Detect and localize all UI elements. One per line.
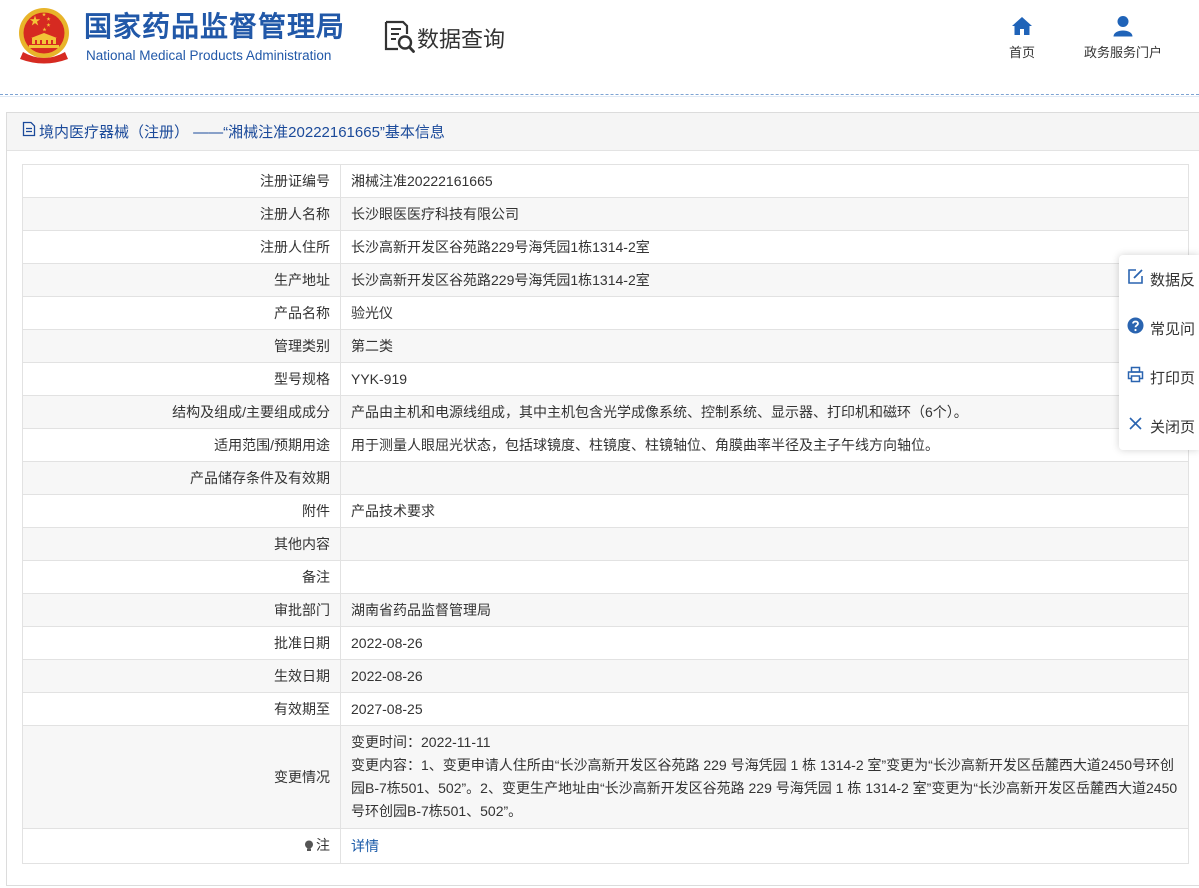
table-row: 备注 [22,560,1189,594]
field-value [340,560,1189,594]
table-row: 管理类别 第二类 [22,329,1189,363]
table-row: 批准日期 2022-08-26 [22,626,1189,660]
field-label: 注册人住所 [22,230,341,264]
site-title: 国家药品监督管理局 [84,11,346,42]
faq-label: 常见问 [1150,320,1196,338]
table-row: 产品名称 验光仪 [22,296,1189,330]
table-row: 生产地址 长沙高新开发区谷苑路229号海凭园1栋1314-2室 [22,263,1189,297]
print-icon [1127,366,1144,388]
field-value: 湖南省药品监督管理局 [340,593,1189,627]
field-label: 审批部门 [22,593,341,627]
table-row: 其他内容 [22,527,1189,561]
field-label: 型号规格 [22,362,341,396]
nav-portal-label: 政务服务门户 [1083,45,1162,60]
home-icon [972,15,1072,37]
details-link[interactable]: 详情 [351,838,379,854]
print-button[interactable]: 打印页 [1127,365,1195,389]
field-value: 验光仪 [340,296,1189,330]
field-value: 第二类 [340,329,1189,363]
site-subtitle: National Medical Products Administration [86,48,332,63]
field-value: 产品由主机和电源线组成，其中主机包含光学成像系统、控制系统、显示器、打印机和磁环… [340,395,1189,429]
field-value: 湘械注准20222161665 [340,164,1189,198]
field-value: 2022-08-26 [340,626,1189,660]
field-label: 其他内容 [22,527,341,561]
feedback-button[interactable]: 数据反 [1127,267,1195,291]
nav-home[interactable]: 首页 [972,15,1072,61]
field-label: 注册证编号 [22,164,341,198]
nav-service-portal[interactable]: 政务服务门户 [1073,15,1173,61]
header-divider [0,94,1199,95]
field-label: 备注 [22,560,341,594]
change-time: 变更时间：2022-11-11 [351,734,491,750]
field-label: 产品储存条件及有效期 [22,461,341,495]
note-value-cell: 详情 [340,828,1189,864]
field-label: 有效期至 [22,692,341,726]
faq-button[interactable]: 常见问 [1127,316,1195,340]
user-icon [1073,15,1173,37]
national-emblem-logo [17,7,71,70]
change-content: 变更内容：1、变更申请人住所由“长沙高新开发区谷苑路 229 号海凭园 1 栋 … [351,757,1178,819]
change-value: 变更时间：2022-11-11 变更内容：1、变更申请人住所由“长沙高新开发区谷… [340,725,1189,829]
lightbulb-icon [304,837,314,857]
field-label: 变更情况 [22,725,341,829]
field-value [340,527,1189,561]
document-icon [22,121,36,142]
detail-table: 注册证编号 湘械注准20222161665 注册人名称 长沙眼医医疗科技有限公司 注册人… [22,164,1189,864]
panel-title: 境内医疗器械（注册） ——“湘械注准20222161665”基本信息 [39,124,445,141]
field-value: 产品技术要求 [340,494,1189,528]
table-row: 结构及组成/主要组成成分 产品由主机和电源线组成，其中主机包含光学成像系统、控制系… [22,395,1189,429]
table-row: 产品储存条件及有效期 [22,461,1189,495]
note-row: 注 详情 [22,828,1189,864]
feedback-label: 数据反 [1150,271,1196,289]
table-row: 注册人住所 长沙高新开发区谷苑路229号海凭园1栋1314-2室 [22,230,1189,264]
table-row: 注册证编号 湘械注准20222161665 [22,164,1189,198]
field-label: 注册人名称 [22,197,341,231]
table-row: 注册人名称 长沙眼医医疗科技有限公司 [22,197,1189,231]
close-page-button[interactable]: 关闭页 [1127,414,1195,438]
field-label: 生效日期 [22,659,341,693]
field-value: 长沙眼医医疗科技有限公司 [340,197,1189,231]
print-label: 打印页 [1150,369,1196,387]
change-row: 变更情况 变更时间：2022-11-11 变更内容：1、变更申请人住所由“长沙高… [22,725,1189,829]
nav-home-label: 首页 [1008,45,1035,60]
field-value: 长沙高新开发区谷苑路229号海凭园1栋1314-2室 [340,230,1189,264]
field-label: 批准日期 [22,626,341,660]
close-icon [1127,415,1144,437]
panel-header: 境内医疗器械（注册） ——“湘械注准20222161665”基本信息 [7,113,1199,151]
table-row: 审批部门 湖南省药品监督管理局 [22,593,1189,627]
site-header: 国家药品监督管理局 National Medical Products Admi… [0,0,1199,94]
field-value: 2022-08-26 [340,659,1189,693]
close-page-label: 关闭页 [1150,418,1196,436]
field-label: 附件 [22,494,341,528]
data-query-icon [382,19,416,58]
section-title: 数据查询 [417,27,506,52]
field-label: 产品名称 [22,296,341,330]
note-label-cell: 注 [22,828,341,864]
question-icon [1127,317,1144,339]
table-row: 附件 产品技术要求 [22,494,1189,528]
field-label: 适用范围/预期用途 [22,428,341,462]
section-heading: 数据查询 [382,20,505,56]
field-value: 长沙高新开发区谷苑路229号海凭园1栋1314-2室 [340,263,1189,297]
table-row: 有效期至 2027-08-25 [22,692,1189,726]
note-label: 注 [316,837,330,854]
field-label: 生产地址 [22,263,341,297]
floating-toolbar: 数据反 常见问 打印页 关闭页 [1119,255,1199,450]
field-value: 用于测量人眼屈光状态，包括球镜度、柱镜度、柱镜轴位、角膜曲率半径及主子午线方向轴… [340,428,1189,462]
field-value: 2027-08-25 [340,692,1189,726]
field-label: 结构及组成/主要组成成分 [22,395,341,429]
edit-icon [1127,268,1144,290]
table-row: 型号规格 YYK-919 [22,362,1189,396]
field-value [340,461,1189,495]
field-value: YYK-919 [340,362,1189,396]
table-row: 适用范围/预期用途 用于测量人眼屈光状态，包括球镜度、柱镜度、柱镜轴位、角膜曲率半… [22,428,1189,462]
field-label: 管理类别 [22,329,341,363]
table-row: 生效日期 2022-08-26 [22,659,1189,693]
header-divider-shadow [0,96,1199,97]
